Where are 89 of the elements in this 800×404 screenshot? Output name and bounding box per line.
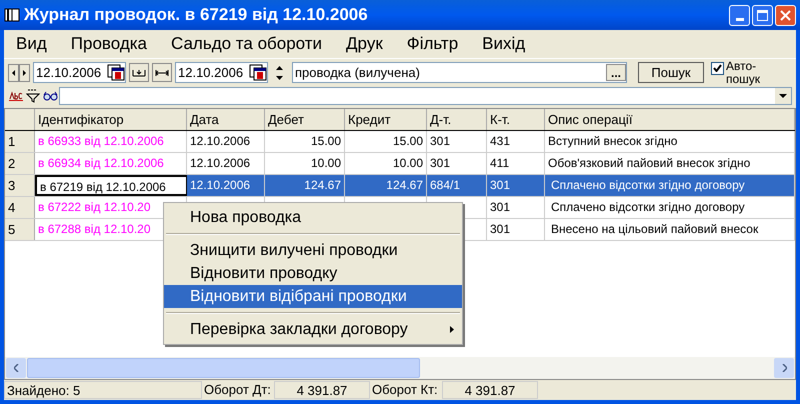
column-header[interactable]: Д-т. bbox=[427, 109, 487, 130]
table-cell: 301 bbox=[487, 175, 545, 196]
status-label: Оборот Дт: bbox=[203, 381, 272, 400]
row-number: 4 bbox=[5, 197, 35, 218]
table-cell: в 67219 від 12.10.2006 bbox=[35, 175, 187, 196]
column-header[interactable]: Ідентифікатор bbox=[35, 109, 187, 130]
table-cell: 301 bbox=[487, 219, 545, 240]
status-label: Оборот Кт: bbox=[371, 381, 439, 400]
menu-item[interactable]: Вихід bbox=[474, 31, 534, 57]
menu-item[interactable]: Перевірка закладки договору bbox=[164, 318, 462, 341]
previous-button[interactable] bbox=[8, 64, 19, 82]
row-number: 1 bbox=[5, 131, 35, 152]
maximize-icon bbox=[757, 10, 768, 20]
table-cell: в 66934 від 12.10.2006 bbox=[35, 153, 187, 174]
funnel-icon bbox=[26, 89, 40, 103]
auto-search-label: Авто-пошук bbox=[726, 60, 762, 86]
table-cell: 10.00 bbox=[345, 153, 427, 174]
status-value: 4 391.87 bbox=[442, 381, 538, 399]
submenu-arrow-icon bbox=[450, 326, 454, 333]
table-cell: Сплачено відсотки згідно договору bbox=[545, 197, 795, 218]
scroll-right-button[interactable] bbox=[774, 358, 794, 378]
column-header[interactable]: Дебет bbox=[265, 109, 345, 130]
table-cell: 12.10.2006 bbox=[187, 131, 265, 152]
minimize-icon bbox=[736, 18, 744, 20]
table-cell: 124.67 bbox=[265, 175, 345, 196]
date-field[interactable]: 12.10.2006 bbox=[33, 62, 126, 83]
table-cell: 684/1 bbox=[427, 175, 487, 196]
spell-check-icon bbox=[9, 91, 23, 101]
menu-item[interactable]: Друк bbox=[338, 31, 391, 57]
search-button[interactable]: Пошук bbox=[638, 62, 704, 83]
table-cell: 124.67 bbox=[345, 175, 427, 196]
table-cell: 301 bbox=[487, 197, 545, 218]
menu-item[interactable]: Відновити відібрані проводки bbox=[164, 285, 462, 308]
range-end-button[interactable] bbox=[152, 63, 172, 82]
table-cell: 301 bbox=[427, 131, 487, 152]
column-header[interactable]: К-т. bbox=[487, 109, 545, 130]
table-cell: 411 bbox=[487, 153, 545, 174]
menu-item[interactable]: Сальдо та обороти bbox=[163, 31, 330, 57]
column-header[interactable]: Опис операції bbox=[545, 109, 795, 130]
table-cell: Обов'язковий пайовий внесок згідно bbox=[545, 153, 795, 174]
row-number: 2 bbox=[5, 153, 35, 174]
close-button[interactable] bbox=[775, 4, 796, 26]
minimize-button[interactable] bbox=[729, 4, 750, 26]
table-cell: Сплачено відсотки згідно договору bbox=[545, 175, 795, 196]
status-text: Знайдено: 5 bbox=[4, 381, 202, 399]
column-header[interactable]: Кредит bbox=[345, 109, 427, 130]
browse-button[interactable]: ... bbox=[606, 64, 626, 81]
range-start-icon bbox=[132, 68, 146, 76]
menu-item[interactable]: Знищити вилучені проводки bbox=[164, 239, 462, 262]
table-cell: 15.00 bbox=[265, 131, 345, 152]
date-field[interactable]: 12.10.2006 bbox=[175, 62, 268, 83]
table-cell: 431 bbox=[487, 131, 545, 152]
dropdown-arrow-icon bbox=[779, 94, 787, 98]
range-start-button[interactable] bbox=[129, 63, 149, 82]
range-width-icon bbox=[155, 68, 169, 76]
up-arrow-icon bbox=[276, 66, 282, 70]
filter-field[interactable]: проводка (вилучена) ... bbox=[292, 62, 627, 83]
menu-item[interactable]: Відновити проводку bbox=[164, 262, 462, 285]
maximize-button[interactable] bbox=[752, 4, 773, 26]
left-arrow-icon bbox=[12, 70, 15, 76]
calendar-icon[interactable] bbox=[107, 64, 125, 81]
checkbox[interactable] bbox=[711, 62, 724, 74]
row-number: 3 bbox=[5, 175, 35, 196]
filter-button[interactable] bbox=[25, 88, 41, 104]
down-arrow-icon bbox=[276, 76, 282, 80]
glasses-icon bbox=[42, 91, 58, 101]
menu-item[interactable]: Фільтр bbox=[398, 31, 466, 57]
table-cell: Вступний внесок згідно bbox=[545, 131, 795, 152]
scrollbar-thumb[interactable] bbox=[27, 358, 420, 378]
scroll-left-button[interactable] bbox=[6, 358, 26, 378]
row-number: 5 bbox=[5, 219, 35, 240]
table-cell: 12.10.2006 bbox=[187, 153, 265, 174]
table-cell: Внесено на цільовий пайовий внесок bbox=[545, 219, 795, 240]
status-value: 4 391.87 bbox=[274, 381, 370, 399]
book-icon bbox=[4, 7, 20, 23]
column-header[interactable]: Дата bbox=[187, 109, 265, 130]
window-title: Журнал проводок. в 67219 від 12.10.2006 bbox=[24, 4, 368, 26]
right-arrow-icon bbox=[23, 70, 26, 76]
calendar-icon[interactable] bbox=[249, 64, 267, 81]
table-cell: 301 bbox=[427, 153, 487, 174]
table-cell: в 66933 від 12.10.2006 bbox=[35, 131, 187, 152]
dropdown-button[interactable] bbox=[775, 88, 791, 104]
table-cell: 15.00 bbox=[345, 131, 427, 152]
menu-item[interactable]: Проводка bbox=[62, 31, 155, 57]
menu-item[interactable]: Вид bbox=[8, 31, 55, 57]
table-cell: 12.10.2006 bbox=[187, 175, 265, 196]
close-icon bbox=[780, 10, 791, 20]
table-cell: 10.00 bbox=[265, 153, 345, 174]
next-button[interactable] bbox=[19, 64, 30, 82]
